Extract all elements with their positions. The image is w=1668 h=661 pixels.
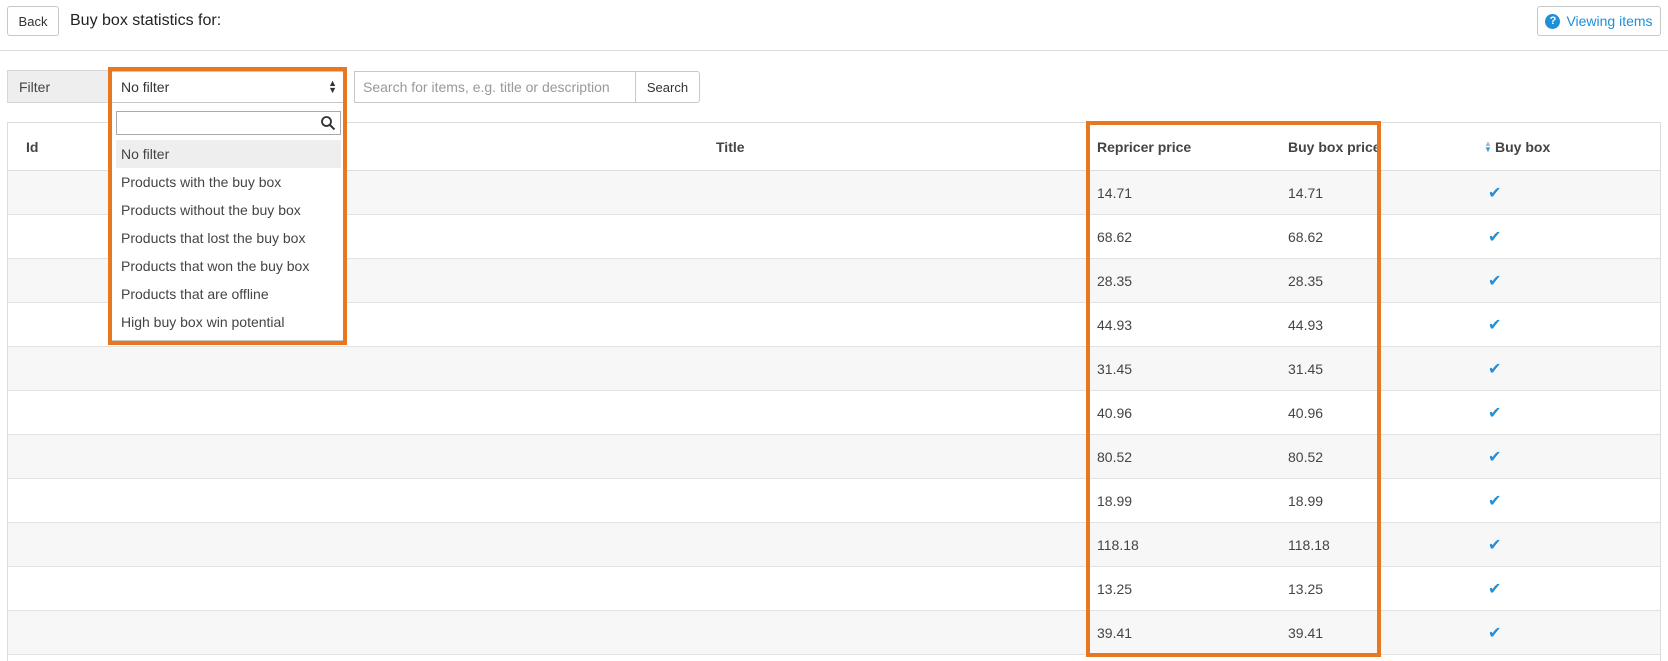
buy-box-price-cell: 40.96 [1288, 405, 1324, 421]
repricer-price-cell: 68.62 [1097, 229, 1133, 245]
repricer-price-cell: 28.35 [1097, 273, 1133, 289]
check-icon: ✔ [1488, 361, 1502, 378]
check-icon: ✔ [1488, 581, 1502, 598]
table-row[interactable]: 40.96 40.96 ✔ [8, 391, 1660, 435]
repricer-price-cell: 118.18 [1097, 537, 1139, 553]
table-row[interactable]: 13.25 13.25 ✔ [8, 567, 1660, 611]
buy-box-price-cell: 118.18 [1288, 537, 1330, 553]
column-header-buy-box-label: Buy box [1495, 139, 1551, 155]
column-header-title[interactable]: Title [716, 139, 745, 155]
column-header-id[interactable]: Id [26, 139, 38, 155]
dropdown-option-lost-buy-box[interactable]: Products that lost the buy box [116, 224, 341, 252]
dropdown-options: No filter Products with the buy box Prod… [116, 140, 341, 336]
check-icon: ✔ [1488, 449, 1502, 466]
search-icon [321, 116, 336, 131]
filter-dropdown: No filter Products with the buy box Prod… [111, 103, 344, 341]
dropdown-option-high-win-potential[interactable]: High buy box win potential [116, 308, 341, 336]
sort-arrows-icon: ▲ ▼ [328, 78, 337, 95]
filter-label: Filter [7, 70, 109, 103]
repricer-price-cell: 14.71 [1097, 185, 1133, 201]
dropdown-search-input[interactable] [116, 111, 341, 135]
search-button[interactable]: Search [635, 71, 700, 103]
repricer-price-cell: 31.45 [1097, 361, 1133, 377]
dropdown-option-with-buy-box[interactable]: Products with the buy box [116, 168, 341, 196]
buy-box-price-cell: 39.41 [1288, 625, 1324, 641]
repricer-price-cell: 40.96 [1097, 405, 1133, 421]
check-icon: ✔ [1488, 273, 1502, 290]
buy-box-price-cell: 68.62 [1288, 229, 1324, 245]
table-row[interactable]: 31.45 31.45 ✔ [8, 347, 1660, 391]
dropdown-option-offline[interactable]: Products that are offline [116, 280, 341, 308]
table-row[interactable]: 18.99 18.99 ✔ [8, 479, 1660, 523]
dropdown-option-no-filter[interactable]: No filter [116, 140, 341, 168]
column-header-buy-box-price[interactable]: Buy box price [1288, 139, 1381, 155]
repricer-price-cell: 80.52 [1097, 449, 1133, 465]
buy-box-price-cell: 80.52 [1288, 449, 1324, 465]
buy-box-price-cell: 13.25 [1288, 581, 1324, 597]
page-title: Buy box statistics for: [70, 12, 222, 29]
check-icon: ✔ [1488, 405, 1502, 422]
buy-box-price-cell: 28.35 [1288, 273, 1324, 289]
search-placeholder: Search for items, e.g. title or descript… [363, 79, 610, 95]
dropdown-option-without-buy-box[interactable]: Products without the buy box [116, 196, 341, 224]
viewing-items-button[interactable]: ? Viewing items [1537, 6, 1661, 36]
repricer-price-cell: 44.93 [1097, 317, 1133, 333]
table-row[interactable]: 80.52 80.52 ✔ [8, 435, 1660, 479]
check-icon: ✔ [1488, 493, 1502, 510]
buy-box-price-cell: 14.71 [1288, 185, 1324, 201]
sort-icon[interactable]: ▲ ▼ [1484, 140, 1492, 154]
check-icon: ✔ [1488, 625, 1502, 642]
dropdown-option-won-buy-box[interactable]: Products that won the buy box [116, 252, 341, 280]
check-icon: ✔ [1488, 229, 1502, 246]
buy-box-price-cell: 31.45 [1288, 361, 1324, 377]
check-icon: ✔ [1488, 537, 1502, 554]
buy-box-price-cell: 18.99 [1288, 493, 1324, 509]
column-header-repricer-price[interactable]: Repricer price [1097, 139, 1191, 155]
column-header-buy-box[interactable]: ▲ ▼ Buy box [1484, 139, 1550, 155]
check-icon: ✔ [1488, 317, 1502, 334]
check-icon: ✔ [1488, 185, 1502, 202]
table-row[interactable]: 118.18 118.18 ✔ [8, 523, 1660, 567]
table-row[interactable]: 39.41 39.41 ✔ [8, 611, 1660, 655]
filter-selected-value: No filter [121, 79, 170, 95]
repricer-price-cell: 13.25 [1097, 581, 1133, 597]
search-input[interactable]: Search for items, e.g. title or descript… [354, 71, 636, 103]
buy-box-price-cell: 44.93 [1288, 317, 1324, 333]
filter-select[interactable]: No filter ▲ ▼ [111, 71, 344, 103]
question-circle-icon: ? [1545, 13, 1561, 29]
repricer-price-cell: 18.99 [1097, 493, 1133, 509]
back-button[interactable]: Back [7, 6, 59, 36]
repricer-price-cell: 39.41 [1097, 625, 1133, 641]
viewing-items-label: Viewing items [1566, 13, 1653, 29]
top-bar: Back Buy box statistics for: ? Viewing i… [0, 0, 1668, 51]
